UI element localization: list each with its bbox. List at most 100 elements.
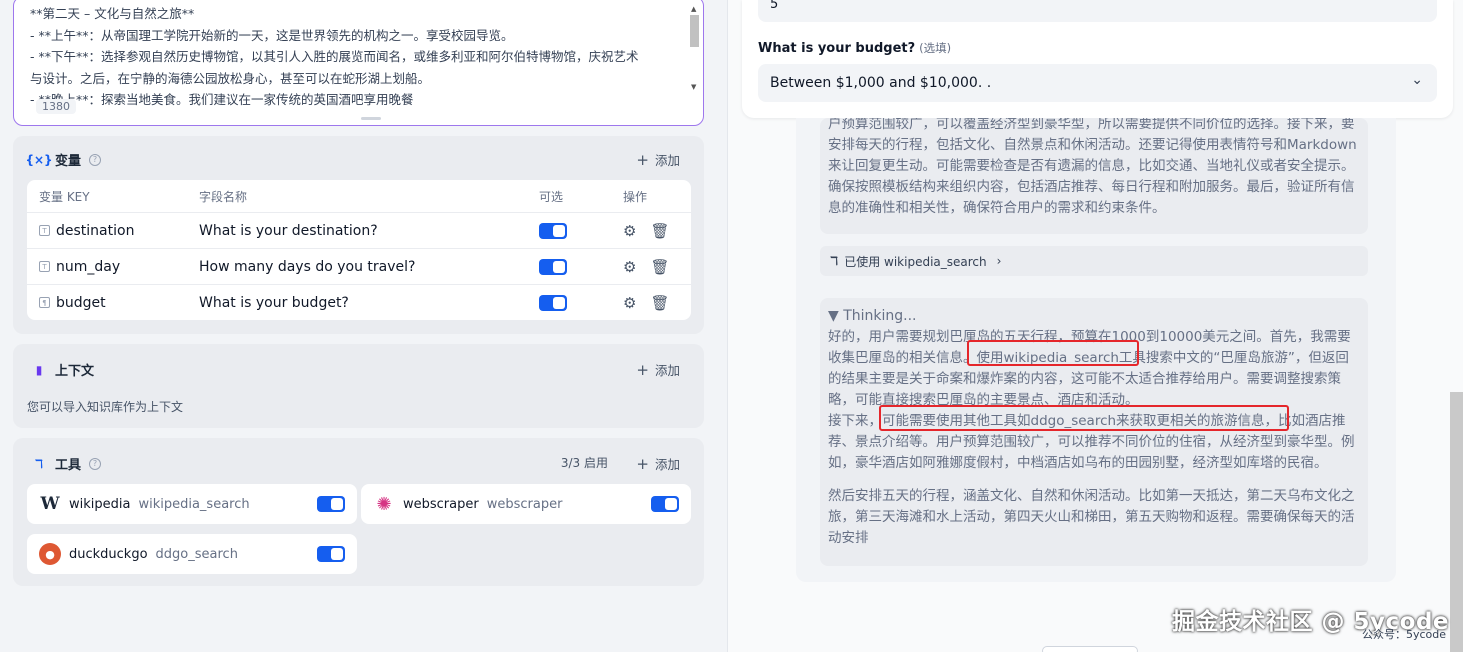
table-row: Tdestination What is your destination? ⚙… bbox=[27, 212, 691, 248]
chevron-right-icon: › bbox=[996, 254, 1002, 268]
panel-divider[interactable] bbox=[718, 0, 728, 652]
document-icon: ▮ bbox=[35, 362, 43, 377]
thinking-toggle[interactable]: ▼ Thinking... bbox=[820, 298, 1368, 327]
tool-id: webscraper bbox=[486, 496, 563, 512]
thinking-block: ▼ Thinking... 好的，用户需要规划巴厘岛的五天行程，预算在1000到… bbox=[820, 298, 1368, 566]
tools-panel: ℸ 工具 ? 3/3 启用 + 添加 W wikipedia wikipedia… bbox=[13, 438, 704, 586]
context-panel: ▮ 上下文 + 添加 您可以导入知识库作为上下文 bbox=[13, 344, 704, 428]
add-tool-button[interactable]: + 添加 bbox=[636, 454, 680, 473]
text-field-icon: T bbox=[39, 261, 50, 272]
add-label: 添加 bbox=[654, 457, 680, 472]
scroll-down-icon[interactable]: ▼ bbox=[691, 83, 696, 91]
budget-label-text: What is your budget? bbox=[758, 41, 916, 56]
variables-title: 变量 bbox=[55, 154, 82, 169]
tools-enabled-count: 3/3 启用 bbox=[560, 456, 608, 470]
thinking-paragraph: 然后安排五天的行程，涵盖文化、自然和休闲活动。比如第一天抵达，第二天乌布文化之旅… bbox=[828, 488, 1355, 546]
plus-icon: + bbox=[636, 360, 649, 379]
thinking-block-previous: 户预算范围较广，可以覆盖经济型到豪华型，所以需要提供不同价位的选择。接下来，要安… bbox=[820, 118, 1368, 234]
gear-icon[interactable]: ⚙ bbox=[623, 222, 636, 240]
prompt-text[interactable]: **第二天 – 文化与自然之旅** - **上午**：从帝国理工学院开始新的一天… bbox=[30, 3, 680, 111]
variables-table: 变量 KEY 字段名称 可选 操作 Tdestination What is y… bbox=[27, 180, 691, 320]
variable-key[interactable]: budget bbox=[56, 295, 106, 311]
prompt-editor[interactable]: **第二天 – 文化与自然之旅** - **上午**：从帝国理工学院开始新的一天… bbox=[13, 0, 704, 126]
tool-toggle[interactable] bbox=[317, 546, 345, 562]
resize-handle[interactable] bbox=[361, 117, 381, 120]
prompt-scrollbar[interactable]: ▲ ▼ bbox=[688, 5, 700, 91]
webscraper-icon: ✺ bbox=[376, 493, 392, 515]
tool-used-label: 已使用 wikipedia_search bbox=[844, 254, 987, 269]
add-context-button[interactable]: + 添加 bbox=[636, 360, 680, 379]
tool-icon: ℸ bbox=[830, 254, 839, 268]
thinking-text: 户预算范围较广，可以覆盖经济型到豪华型，所以需要提供不同价位的选择。接下来，要安… bbox=[828, 118, 1357, 216]
plus-icon: + bbox=[636, 150, 649, 169]
table-row: Tnum_day How many days do you travel? ⚙ 🗑 bbox=[27, 248, 691, 284]
variables-panel: {×} 变量 ? + 添加 变量 KEY 字段名称 可选 操作 Tdestina… bbox=[13, 136, 704, 334]
highlight-box bbox=[879, 405, 1289, 431]
tools-header: ℸ 工具 ? bbox=[31, 454, 102, 473]
trash-icon[interactable]: 🗑 bbox=[650, 294, 669, 312]
optional-toggle[interactable] bbox=[539, 258, 567, 275]
prompt-line: - **晚上**：探索当地美食。我们建议在一家传统的英国酒吧享用晚餐 bbox=[30, 92, 414, 107]
optional-toggle[interactable] bbox=[539, 222, 567, 239]
add-label: 添加 bbox=[654, 153, 680, 168]
tool-name: duckduckgo bbox=[69, 546, 148, 562]
chat-scrollbar[interactable] bbox=[1450, 392, 1463, 652]
variable-name[interactable]: What is your destination? bbox=[199, 223, 378, 239]
col-optional: 可选 bbox=[539, 189, 564, 204]
budget-select[interactable]: Between $1,000 and $10,000. . ⌄ bbox=[758, 64, 1437, 102]
prompt-line: - **上午**：从帝国理工学院开始新的一天，这是世界领先的机构之一。享受校园导… bbox=[30, 27, 514, 43]
tool-id: ddgo_search bbox=[155, 546, 238, 562]
variable-name[interactable]: How many days do you travel? bbox=[199, 259, 415, 275]
budget-label: What is your budget? (选填) bbox=[758, 40, 951, 56]
chevron-down-icon: ⌄ bbox=[1411, 72, 1423, 88]
variable-key[interactable]: destination bbox=[56, 223, 134, 239]
optional-toggle[interactable] bbox=[539, 294, 567, 311]
add-label: 添加 bbox=[654, 363, 680, 378]
add-variable-button[interactable]: + 添加 bbox=[636, 150, 680, 169]
text-field-icon: T bbox=[39, 225, 50, 236]
tools-title: 工具 bbox=[55, 458, 82, 473]
prompt-line: 与设计。之后，在宁静的海德公园放松身心，甚至可以在蛇形湖上划船。 bbox=[30, 70, 431, 86]
highlight-box bbox=[967, 340, 1139, 366]
tool-card-webscraper[interactable]: ✺ webscraper webscraper bbox=[361, 484, 691, 524]
bottom-button[interactable] bbox=[1042, 646, 1138, 652]
scroll-thumb[interactable] bbox=[690, 15, 699, 47]
variable-name[interactable]: What is your budget? bbox=[199, 295, 349, 311]
help-icon[interactable]: ? bbox=[89, 153, 102, 166]
gear-icon[interactable]: ⚙ bbox=[623, 294, 636, 312]
scroll-up-icon[interactable]: ▲ bbox=[691, 5, 696, 13]
wikipedia-icon: W bbox=[40, 494, 60, 514]
gear-icon[interactable]: ⚙ bbox=[623, 258, 636, 276]
tool-id: wikipedia_search bbox=[138, 496, 250, 512]
optional-tag: (选填) bbox=[919, 41, 952, 55]
context-title: 上下文 bbox=[55, 364, 95, 379]
tool-toggle[interactable] bbox=[651, 496, 679, 512]
context-header: ▮ 上下文 bbox=[31, 360, 95, 380]
tool-name: webscraper bbox=[403, 496, 479, 512]
col-name: 字段名称 bbox=[199, 189, 248, 204]
tool-name: wikipedia bbox=[69, 496, 131, 512]
table-row: ¶ budget What is your budget? ⚙ 🗑 bbox=[27, 284, 691, 320]
num-day-input[interactable]: 5 bbox=[758, 0, 1437, 22]
tool-card-wikipedia[interactable]: W wikipedia wikipedia_search bbox=[27, 484, 357, 524]
tool-card-duckduckgo[interactable]: ● duckduckgo ddgo_search bbox=[27, 534, 357, 574]
budget-selected-value: Between $1,000 and $10,000. . bbox=[770, 75, 992, 91]
col-key: 变量 KEY bbox=[39, 189, 90, 204]
tool-toggle[interactable] bbox=[317, 496, 345, 512]
duckduckgo-icon: ● bbox=[39, 543, 61, 565]
variable-icon: {×} bbox=[25, 152, 53, 167]
trash-icon[interactable]: 🗑 bbox=[650, 258, 669, 276]
context-description: 您可以导入知识库作为上下文 bbox=[27, 400, 184, 414]
table-header: 变量 KEY 字段名称 可选 操作 bbox=[27, 180, 691, 212]
watermark-sub: 公众号：5ycode bbox=[1362, 628, 1447, 641]
variables-header: {×} 变量 ? bbox=[25, 150, 102, 169]
prompt-line: **第二天 – 文化与自然之旅** bbox=[30, 6, 195, 21]
tool-used-badge[interactable]: ℸ 已使用 wikipedia_search › bbox=[820, 246, 1368, 276]
paragraph-field-icon: ¶ bbox=[39, 297, 50, 308]
input-form-card: 5 What is your budget? (选填) Between $1,00… bbox=[742, 0, 1453, 118]
help-icon[interactable]: ? bbox=[89, 457, 102, 470]
variable-key[interactable]: num_day bbox=[56, 259, 120, 275]
trash-icon[interactable]: 🗑 bbox=[650, 222, 669, 240]
col-actions: 操作 bbox=[623, 189, 648, 204]
char-count: 1380 bbox=[36, 99, 76, 114]
